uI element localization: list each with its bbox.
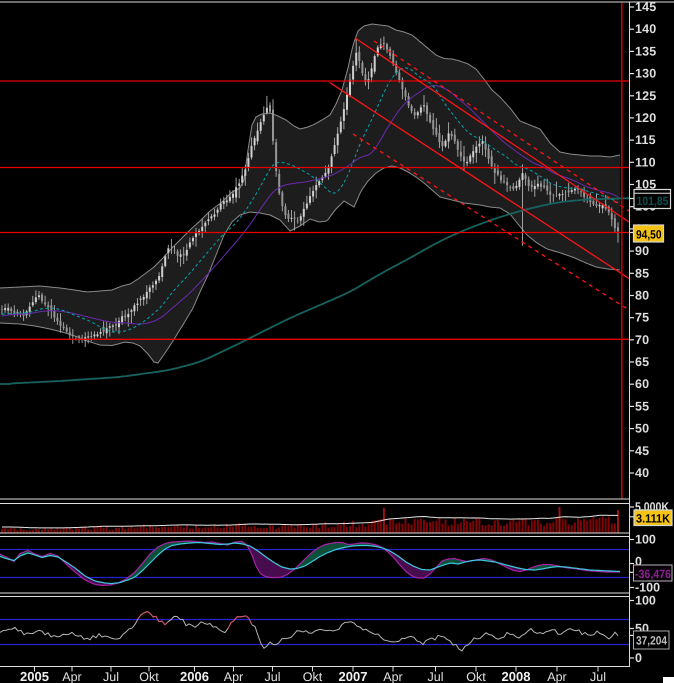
svg-text:Okt: Okt	[303, 670, 323, 683]
svg-text:-100: -100	[635, 581, 660, 595]
svg-text:145: 145	[635, 0, 656, 14]
svg-text:37,204: 37,204	[636, 634, 667, 648]
svg-text:45: 45	[635, 444, 649, 458]
svg-text:2005: 2005	[20, 669, 49, 683]
svg-text:80: 80	[635, 289, 649, 303]
svg-text:60: 60	[635, 377, 649, 391]
svg-text:Okt: Okt	[466, 670, 486, 683]
svg-text:Okt: Okt	[139, 670, 159, 683]
svg-text:Apr: Apr	[224, 670, 243, 683]
svg-text:2007: 2007	[339, 669, 368, 683]
svg-text:140: 140	[635, 22, 656, 36]
svg-text:Apr: Apr	[62, 670, 81, 683]
svg-text:120: 120	[635, 111, 656, 125]
svg-text:55: 55	[635, 399, 649, 413]
svg-text:85: 85	[635, 266, 649, 280]
svg-text:110: 110	[635, 155, 656, 169]
svg-text:40: 40	[635, 466, 649, 480]
svg-text:75: 75	[635, 311, 649, 325]
svg-text:Jul: Jul	[103, 670, 119, 683]
svg-text:65: 65	[635, 355, 649, 369]
svg-text:2006: 2006	[180, 669, 209, 683]
svg-text:Apr: Apr	[383, 670, 402, 683]
svg-text:90: 90	[635, 244, 649, 258]
svg-text:-36,476: -36,476	[635, 567, 671, 581]
svg-text:115: 115	[635, 133, 656, 147]
svg-text:Jul: Jul	[590, 670, 606, 683]
svg-text:3.111K: 3.111K	[636, 512, 670, 526]
svg-text:94,50: 94,50	[636, 228, 662, 242]
svg-text:130: 130	[635, 67, 656, 81]
svg-text:125: 125	[635, 89, 656, 103]
svg-text:100: 100	[635, 594, 656, 608]
svg-text:Jul: Jul	[265, 670, 281, 683]
svg-text:50: 50	[635, 422, 649, 436]
svg-text:100: 100	[635, 533, 656, 547]
svg-text:2008: 2008	[502, 669, 531, 683]
svg-text:135: 135	[635, 44, 656, 58]
svg-text:Jul: Jul	[428, 670, 444, 683]
svg-text:Apr: Apr	[547, 670, 566, 683]
svg-text:101,85: 101,85	[637, 194, 669, 208]
svg-text:70: 70	[635, 333, 649, 347]
svg-text:0: 0	[635, 651, 642, 665]
